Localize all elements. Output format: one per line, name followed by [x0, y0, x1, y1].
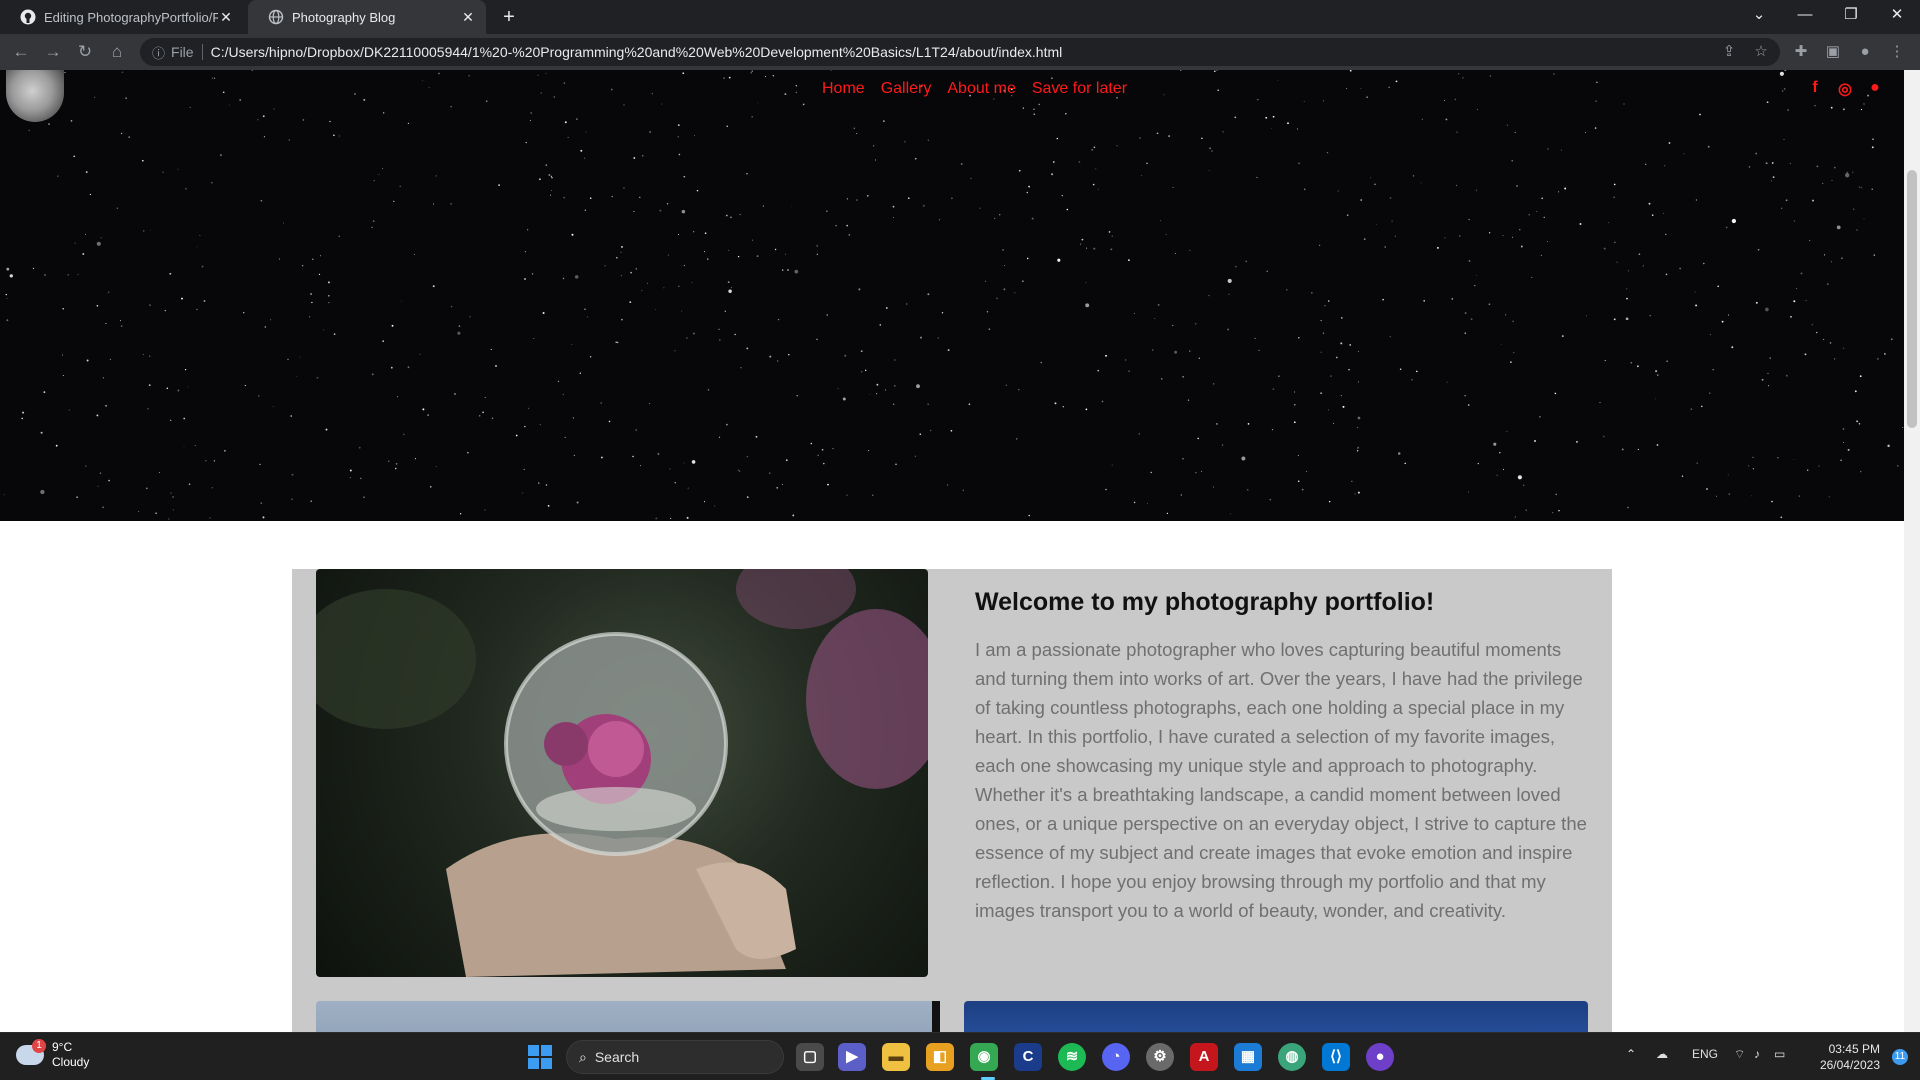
- github-desktop-icon[interactable]: ●: [1366, 1043, 1394, 1071]
- new-tab-button[interactable]: +: [498, 6, 520, 28]
- close-icon[interactable]: ✕: [460, 9, 476, 26]
- github-icon: [20, 9, 36, 25]
- instagram-icon[interactable]: ◎: [1836, 79, 1854, 99]
- minimize-icon[interactable]: —: [1782, 0, 1828, 34]
- starfield-image: [3, 70, 1904, 520]
- restore-icon[interactable]: ❐: [1828, 0, 1874, 34]
- photo-edge: [932, 1001, 940, 1032]
- tab-photography-blog[interactable]: Photography Blog ✕: [248, 0, 486, 34]
- windows-start-icon[interactable]: [528, 1045, 552, 1069]
- crystal-ball-photo: [316, 569, 928, 977]
- url-text[interactable]: C:/Users/hipno/Dropbox/DK22110005944/1%2…: [211, 44, 1063, 60]
- menu-icon[interactable]: ⋮: [1886, 41, 1908, 63]
- taskbar-search[interactable]: ⌕ Search: [566, 1040, 784, 1074]
- nav-gallery-link[interactable]: Gallery: [881, 80, 932, 98]
- language-indicator[interactable]: ENG: [1692, 1047, 1718, 1061]
- weather-badge: 1: [32, 1039, 46, 1053]
- star-icon[interactable]: ☆: [1750, 41, 1772, 63]
- teams-icon[interactable]: ▶: [838, 1043, 866, 1071]
- facebook-icon[interactable]: f: [1806, 79, 1824, 99]
- gallery-photo-2: [316, 1001, 940, 1032]
- side-panel-icon[interactable]: ▣: [1822, 41, 1844, 63]
- close-icon[interactable]: ✕: [218, 9, 234, 26]
- wifi-icon[interactable]: ⌔: [1734, 1047, 1745, 1062]
- weather-widget[interactable]: 1 9°C Cloudy: [16, 1039, 90, 1070]
- search-icon: ⌕: [579, 1048, 587, 1065]
- spotify-icon[interactable]: ≋: [1058, 1043, 1086, 1071]
- onedrive-icon[interactable]: ☁: [1656, 1047, 1668, 1061]
- weather-desc: Cloudy: [52, 1055, 90, 1069]
- search-label: Search: [594, 1049, 640, 1065]
- file-explorer-icon[interactable]: ▬: [882, 1043, 910, 1071]
- back-icon[interactable]: ←: [10, 41, 32, 63]
- discord-icon[interactable]: ◔: [1102, 1043, 1130, 1071]
- tab-editing-portfolio[interactable]: Editing PhotographyPortfolio/RE ✕: [0, 0, 244, 34]
- weather-temp: 9°C: [52, 1040, 73, 1054]
- scheme-label: File: [171, 44, 203, 60]
- tray-chevron-icon[interactable]: ⌃: [1626, 1047, 1636, 1061]
- tab-search-icon[interactable]: ⌄: [1736, 0, 1782, 34]
- reload-icon[interactable]: ↻: [74, 41, 96, 63]
- page-viewport: Home Gallery About me Save for later f ◎…: [0, 70, 1920, 1032]
- crystal-ball-image: [316, 569, 928, 977]
- system-clock[interactable]: 03:45 PM 26/04/2023: [1820, 1041, 1880, 1073]
- close-window-icon[interactable]: ✕: [1874, 0, 1920, 34]
- profile-avatar[interactable]: ●: [1854, 41, 1876, 63]
- gallery-photo-3: [964, 1001, 1588, 1032]
- home-icon[interactable]: ⌂: [106, 41, 128, 63]
- cloud-icon: 1: [16, 1039, 46, 1065]
- globe-icon: [268, 9, 284, 25]
- share-icon[interactable]: ⇪: [1718, 41, 1740, 63]
- scrollbar-thumb[interactable]: [1907, 170, 1917, 428]
- info-icon[interactable]: ⓘ: [152, 43, 165, 62]
- cortana-icon[interactable]: C: [1014, 1043, 1042, 1071]
- about-section: Welcome to my photography portfolio! I a…: [292, 569, 1612, 1032]
- forward-icon[interactable]: →: [42, 41, 64, 63]
- page-scrollbar[interactable]: [1904, 70, 1920, 1032]
- clock-time: 03:45 PM: [1828, 1042, 1880, 1056]
- settings-icon[interactable]: ⚙: [1146, 1043, 1174, 1071]
- volume-icon[interactable]: ♪: [1754, 1047, 1760, 1061]
- address-bar[interactable]: ⓘ File C:/Users/hipno/Dropbox/DK22110005…: [140, 38, 1780, 66]
- chrome-icon[interactable]: ◉: [970, 1043, 998, 1071]
- browser-tab-bar: Editing PhotographyPortfolio/RE ✕ Photog…: [0, 0, 1920, 34]
- task-view-icon[interactable]: ▢: [796, 1043, 824, 1071]
- globe-app-icon[interactable]: ◍: [1278, 1043, 1306, 1071]
- tab-title: Editing PhotographyPortfolio/RE: [44, 9, 218, 25]
- github-icon[interactable]: ●: [1866, 79, 1884, 99]
- hero-starfield: Home Gallery About me Save for later f ◎…: [0, 70, 1904, 521]
- clock-date: 26/04/2023: [1819, 1058, 1880, 1072]
- taskbar: 1 9°C Cloudy ⌕ Search ▢ ▶ ▬ ◧ ◉ C ≋ ◔ ⚙ …: [0, 1032, 1920, 1080]
- extensions-icon[interactable]: ✚: [1790, 41, 1812, 63]
- social-links: f ◎ ●: [1806, 79, 1884, 99]
- welcome-title: Welcome to my photography portfolio!: [975, 588, 1435, 616]
- browser-toolbar: ← → ↻ ⌂ ⓘ File C:/Users/hipno/Dropbox/DK…: [0, 34, 1920, 70]
- battery-icon[interactable]: ▭: [1774, 1047, 1785, 1061]
- acrobat-icon[interactable]: A: [1190, 1043, 1218, 1071]
- store-icon[interactable]: ◧: [926, 1043, 954, 1071]
- nav-save-link[interactable]: Save for later: [1032, 80, 1127, 98]
- vscode-icon[interactable]: ⟨⟩: [1322, 1043, 1350, 1071]
- welcome-text: I am a passionate photographer who loves…: [975, 639, 1587, 921]
- nav-about-link[interactable]: About me: [947, 80, 1015, 98]
- notepad-icon[interactable]: ▦: [1234, 1043, 1262, 1071]
- tab-title: Photography Blog: [292, 9, 396, 25]
- notification-badge[interactable]: 11: [1892, 1049, 1908, 1065]
- main-nav: Home Gallery About me Save for later: [822, 80, 1127, 98]
- nav-home-link[interactable]: Home: [822, 80, 865, 98]
